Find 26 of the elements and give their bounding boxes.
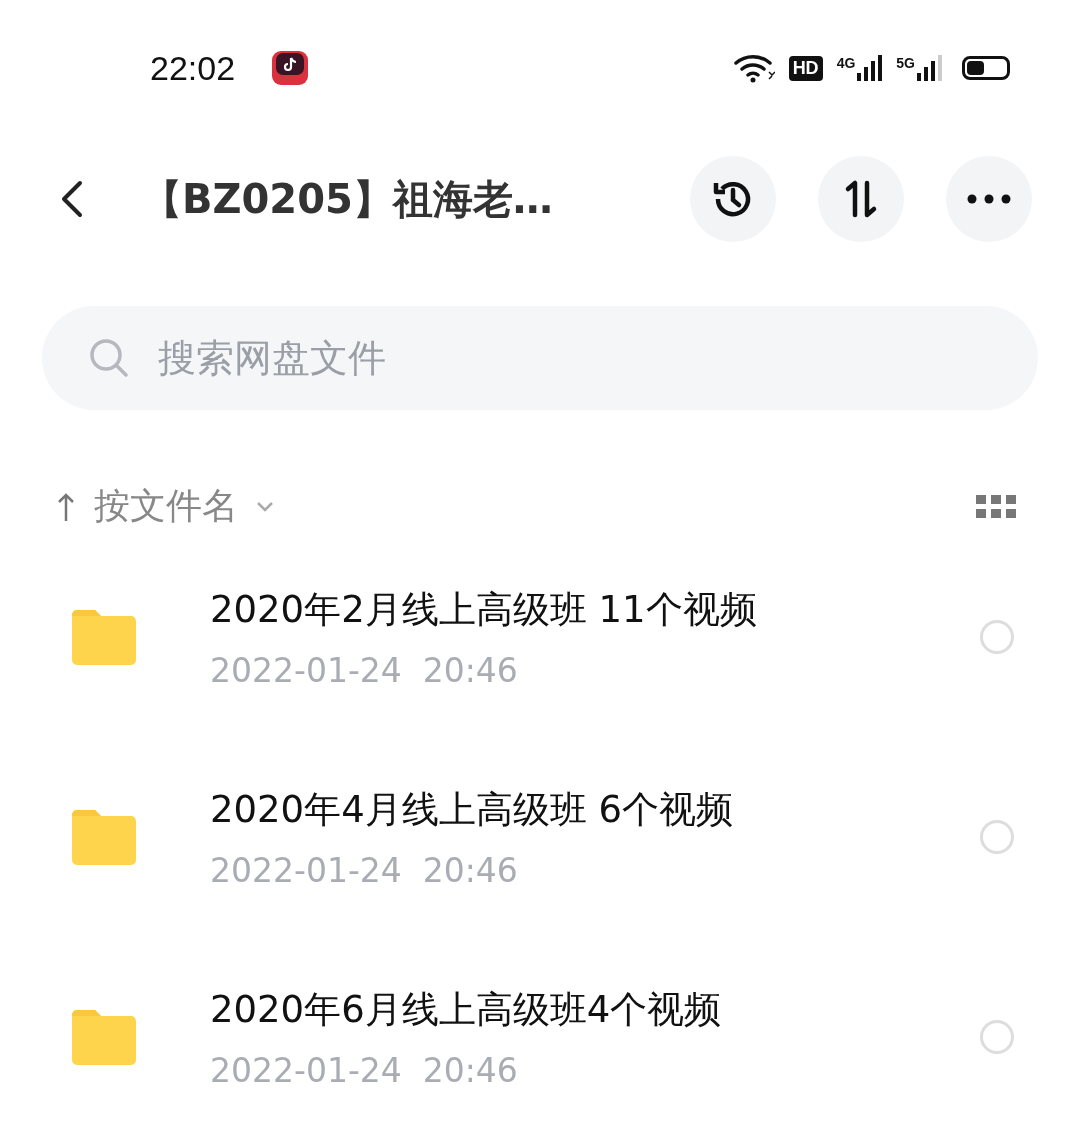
app-icon <box>271 50 310 86</box>
folder-icon <box>72 609 136 665</box>
sort-button[interactable]: 按文件名 <box>56 482 274 531</box>
battery-icon <box>962 56 1010 80</box>
folder-title: 【BZ0205】祖海老… <box>142 174 553 224</box>
grid-view-icon[interactable] <box>976 494 1016 519</box>
chevron-down-icon <box>256 500 274 513</box>
select-checkbox[interactable] <box>980 1020 1014 1054</box>
wifi-icon <box>732 52 775 84</box>
folder-row[interactable]: 2020年4月线上高级班 6个视频 2022-01-24 20:46 <box>0 737 1080 937</box>
folder-name: 2020年4月线上高级班 6个视频 <box>210 786 734 833</box>
status-time: 22:02 <box>150 48 236 88</box>
folder-icon <box>72 1009 136 1065</box>
folder-name: 2020年6月线上高级班4个视频 <box>210 986 723 1033</box>
modified-date: 2022-01-24 20:46 <box>210 850 519 890</box>
select-checkbox[interactable] <box>980 820 1014 854</box>
folder-row[interactable]: 2020年6月线上高级班4个视频 2022-01-24 20:46 <box>0 937 1080 1137</box>
more-icon <box>966 193 1012 205</box>
modified-date: 2022-01-24 20:46 <box>210 650 519 690</box>
folder-row[interactable]: 2020年2月线上高级班 11个视频 2022-01-24 20:46 <box>0 537 1080 737</box>
modified-date: 2022-01-24 20:46 <box>210 1050 519 1090</box>
folder-icon <box>72 809 136 865</box>
search-field[interactable]: 搜索网盘文件 <box>42 306 1038 410</box>
folder-name: 2020年2月线上高级班 11个视频 <box>210 586 758 633</box>
hd-badge: HD <box>788 55 823 81</box>
select-checkbox[interactable] <box>980 620 1014 654</box>
